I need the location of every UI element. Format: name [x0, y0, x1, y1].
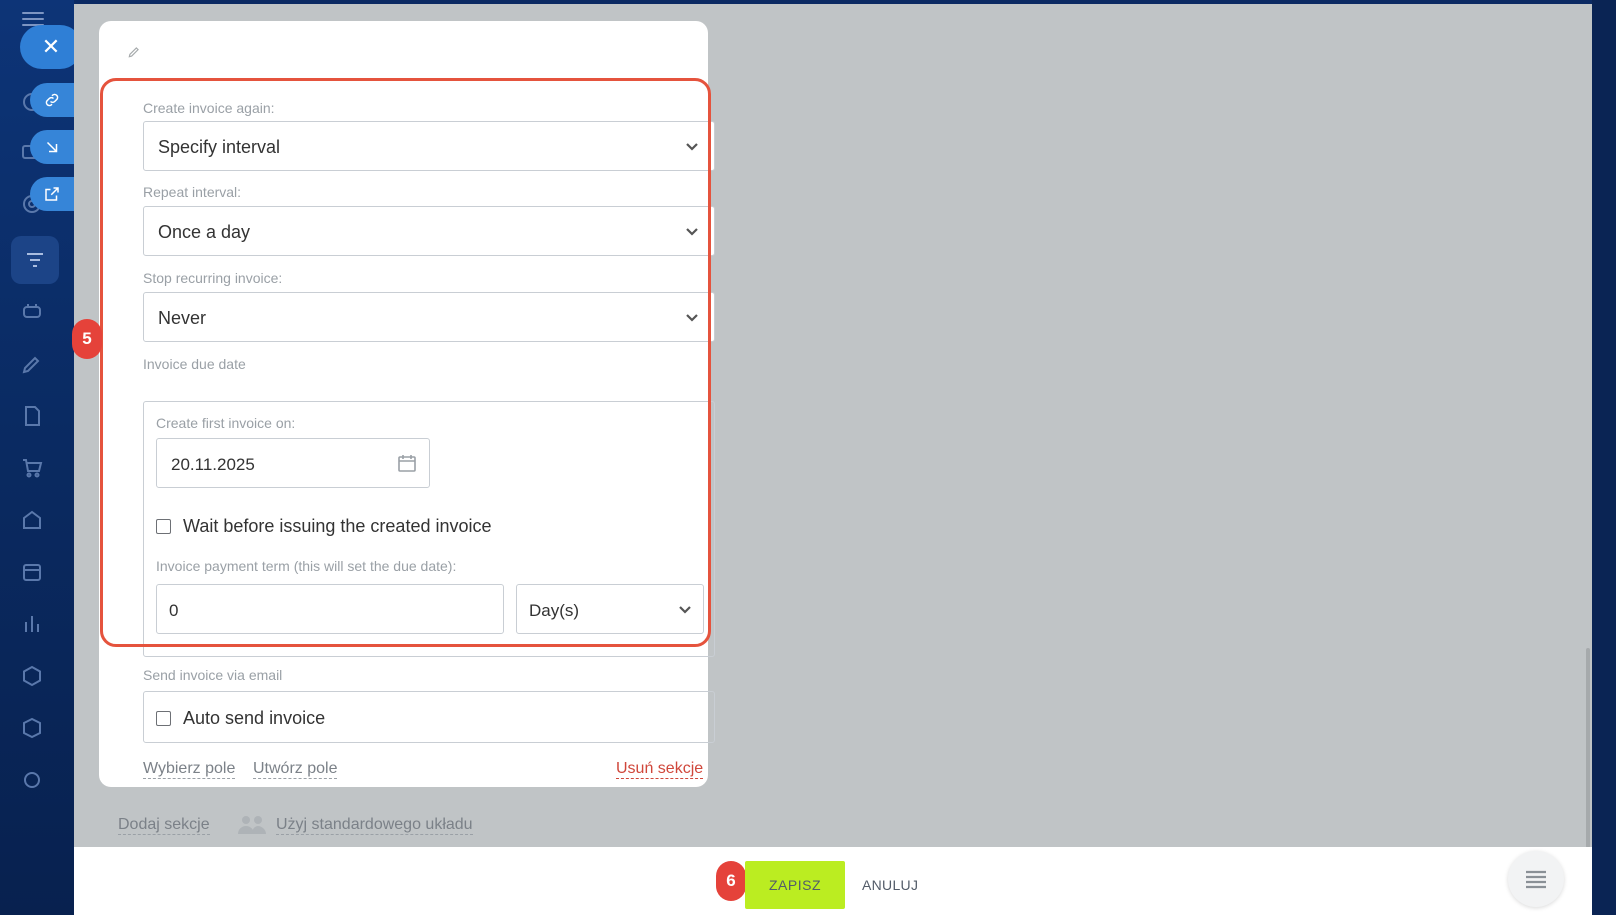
close-slider-button[interactable]: ✕: [20, 25, 82, 69]
use-standard-layout-link[interactable]: Użyj standardowego układu: [276, 816, 473, 835]
cancel-button[interactable]: ANULUJ: [862, 877, 918, 893]
people-icon: [236, 814, 268, 836]
right-edge: [1592, 0, 1616, 915]
step-badge-6: 6: [716, 861, 746, 901]
highlight-frame: [100, 78, 711, 647]
hexagon-icon[interactable]: [20, 664, 48, 692]
email-label: Send invoice via email: [143, 667, 283, 683]
external-link-icon: [45, 187, 59, 201]
bottom-button-bar: 6 ZAPISZ ANULUJ: [74, 847, 1592, 915]
robot-icon[interactable]: [20, 299, 48, 327]
auto-send-row[interactable]: Auto send invoice: [156, 708, 325, 729]
slider-panel: Create invoice again: Specify interval R…: [72, 4, 1592, 915]
scrollbar[interactable]: [1582, 4, 1592, 915]
create-field-link[interactable]: Utwórz pole: [253, 760, 338, 779]
list-icon: [1526, 870, 1546, 889]
copy-link-button[interactable]: [30, 83, 74, 117]
add-section-link[interactable]: Dodaj sekcje: [118, 816, 210, 835]
link-icon: [45, 93, 59, 107]
bar-chart-icon[interactable]: [20, 612, 48, 640]
cart-icon[interactable]: [20, 456, 48, 484]
signature-icon[interactable]: [20, 352, 48, 380]
close-icon: ✕: [41, 34, 61, 59]
box-icon[interactable]: [20, 716, 48, 744]
scrollbar-thumb[interactable]: [1586, 648, 1590, 848]
auto-send-label: Auto send invoice: [183, 708, 326, 728]
download-icon: [46, 141, 58, 153]
step-badge-5: 5: [72, 319, 102, 359]
list-menu-button[interactable]: [1508, 851, 1564, 907]
document-icon[interactable]: [20, 404, 48, 432]
save-button[interactable]: ZAPISZ: [745, 861, 845, 909]
email-group: Auto send invoice: [143, 691, 715, 743]
open-new-window-button[interactable]: [30, 177, 74, 211]
delete-section-link[interactable]: Usuń sekcje: [616, 760, 704, 779]
calendar-list-icon[interactable]: [20, 560, 48, 588]
choose-field-link[interactable]: Wybierz pole: [143, 760, 236, 779]
pencil-icon[interactable]: [127, 45, 141, 59]
hamburger-icon[interactable]: [22, 12, 44, 26]
minimize-button[interactable]: [30, 130, 74, 164]
store-icon[interactable]: [20, 508, 48, 536]
filter-icon[interactable]: [11, 236, 59, 284]
auto-send-checkbox[interactable]: [156, 711, 171, 726]
apps-icon[interactable]: [20, 768, 48, 796]
